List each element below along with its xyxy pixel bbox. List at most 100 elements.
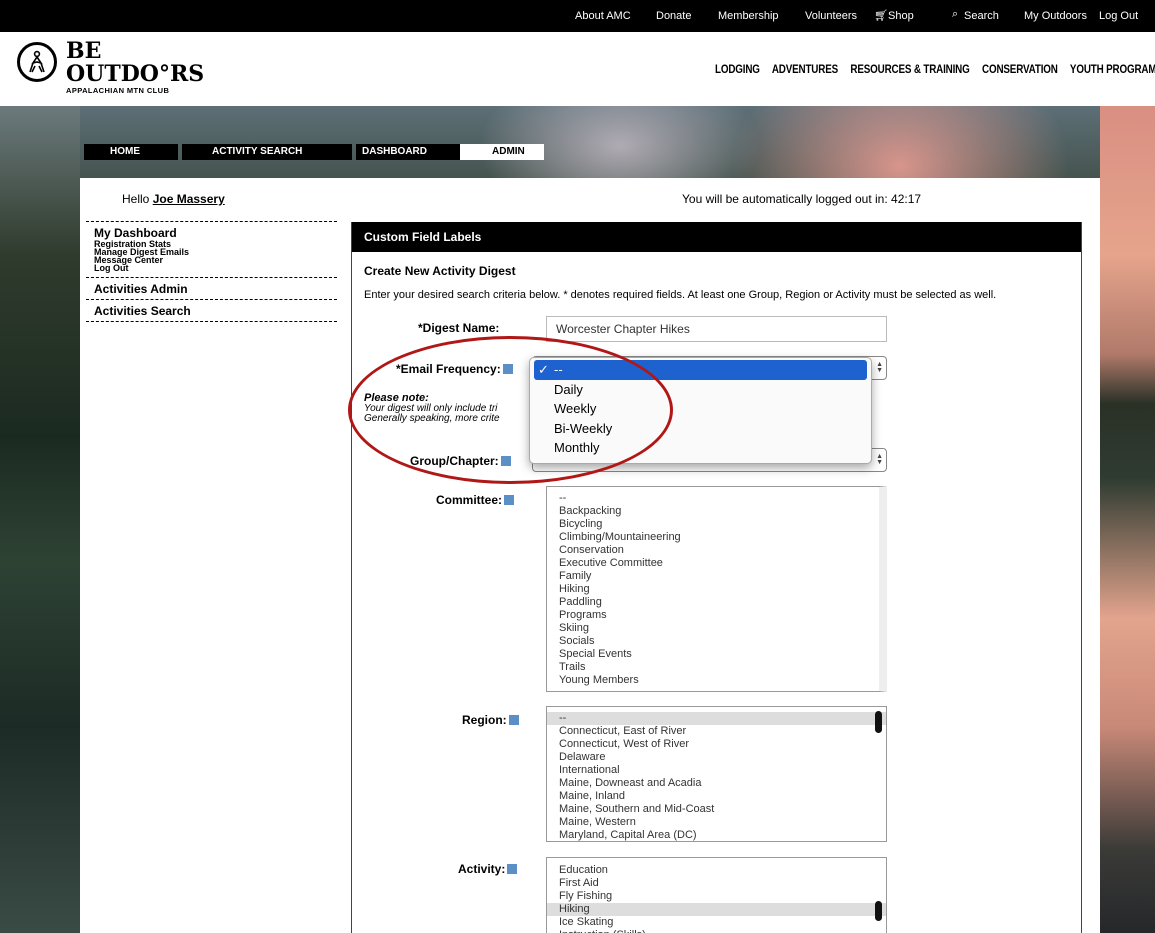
logout-timer: You will be automatically logged out in:… (682, 192, 922, 206)
sidebar-item-activities-admin[interactable]: Activities Admin (94, 282, 329, 296)
breadcrumb-home[interactable]: HOME (84, 144, 178, 160)
region-label-text: Region: (462, 713, 507, 727)
committee-option[interactable]: -- (547, 492, 879, 505)
cart-icon: 🛒︎ (874, 10, 888, 22)
region-option[interactable]: International (547, 764, 886, 777)
activity-option[interactable]: Education (547, 864, 886, 877)
nav-conservation[interactable]: CONSERVATION (982, 62, 1058, 76)
sidebar-item-my-dashboard[interactable]: My Dashboard (94, 226, 329, 240)
region-option[interactable]: Maine, Downeast and Acadia (547, 777, 886, 790)
committee-option[interactable]: Skiing (547, 622, 879, 635)
committee-option[interactable]: Trails (547, 661, 879, 674)
info-icon[interactable] (502, 363, 513, 374)
main-nav: LODGING ADVENTURES RESOURCES & TRAINING … (715, 62, 1155, 76)
volunteers-link[interactable]: Volunteers (805, 10, 857, 22)
committee-option[interactable]: Family (547, 570, 879, 583)
nav-lodging[interactable]: LODGING (715, 62, 760, 76)
frequency-option[interactable]: Bi-Weekly (530, 419, 871, 439)
info-icon[interactable] (500, 455, 511, 466)
about-amc-link[interactable]: About AMC (575, 10, 631, 22)
top-utility-bar: About AMC Donate Membership Volunteers 🛒… (0, 0, 1155, 32)
logo-line-be: BE (66, 38, 102, 64)
form-intro: Enter your desired search criteria below… (364, 289, 997, 301)
committee-option[interactable]: Programs (547, 609, 879, 622)
committee-option[interactable]: Bicycling (547, 518, 879, 531)
user-name-link[interactable]: Joe Massery (153, 192, 225, 206)
info-icon[interactable] (504, 494, 515, 505)
region-option[interactable]: Maine, Southern and Mid-Coast (547, 803, 886, 816)
frequency-option[interactable]: ✓ -- (534, 360, 867, 380)
nav-youth-programs[interactable]: YOUTH PROGRAMS (1070, 62, 1155, 76)
activity-label: Activity: (458, 862, 518, 876)
committee-listbox[interactable]: -- Backpacking Bicycling Climbing/Mountaine… (546, 486, 887, 692)
committee-option[interactable]: Socials (547, 635, 879, 648)
site-header: BE OUTDO°RS APPALACHIAN MTN CLUB LODGING… (0, 32, 1155, 106)
region-option[interactable]: Delaware (547, 751, 886, 764)
note-line-2: Generally speaking, more crite (364, 413, 500, 424)
breadcrumb-dashboard[interactable]: DASHBOARD (356, 144, 460, 160)
select-arrows-icon: ▲ ▼ (876, 361, 883, 374)
region-option[interactable]: Maine, Western (547, 816, 886, 829)
search-icon: ⌕ (952, 8, 959, 20)
page: About AMC Donate Membership Volunteers 🛒… (0, 0, 1155, 933)
breadcrumb-admin[interactable]: ADMIN (460, 144, 544, 160)
frequency-option-label: Weekly (554, 401, 597, 416)
frequency-option[interactable]: Daily (530, 380, 871, 400)
committee-option[interactable]: Hiking (547, 583, 879, 596)
donate-link[interactable]: Donate (656, 10, 691, 22)
activity-option[interactable]: Instruction (Skills) (547, 929, 886, 933)
committee-option[interactable]: Special Events (547, 648, 879, 661)
committee-option[interactable]: Executive Committee (547, 557, 879, 570)
sidebar-item-log-out[interactable]: Log Out (94, 264, 329, 274)
committee-option[interactable]: Young Members (547, 674, 879, 687)
frequency-option-label: -- (554, 362, 563, 377)
activity-listbox[interactable]: Education First Aid Fly Fishing Hiking Ice S… (546, 857, 887, 933)
greeting-prefix: Hello (122, 192, 150, 206)
sidebar: My Dashboard Registration Stats Manage D… (86, 221, 337, 322)
committee-option[interactable]: Paddling (547, 596, 879, 609)
activity-option[interactable]: Hiking (547, 903, 886, 916)
sidebar-item-message-center[interactable]: Message Center (94, 256, 329, 265)
region-option[interactable]: Connecticut, East of River (547, 725, 886, 738)
search-link[interactable]: Search (964, 10, 999, 22)
digest-form: Custom Field Labels Create New Activity … (351, 222, 1082, 933)
activity-option[interactable]: First Aid (547, 877, 886, 890)
hiker-logo-icon[interactable] (17, 42, 57, 82)
activity-option[interactable]: Fly Fishing (547, 890, 886, 903)
frequency-option[interactable]: Monthly (530, 438, 871, 458)
region-option[interactable]: Maryland, Capital Area (DC) (547, 829, 886, 841)
committee-option[interactable]: Backpacking (547, 505, 879, 518)
digest-name-input[interactable] (546, 316, 887, 342)
hero-right-sunset (1100, 106, 1155, 933)
nav-adventures[interactable]: ADVENTURES (772, 62, 838, 76)
region-scrollbar[interactable] (875, 711, 882, 733)
breadcrumb-activity-search[interactable]: ACTIVITY SEARCH (182, 144, 352, 160)
shop-link[interactable]: Shop (888, 10, 914, 22)
frequency-option-label: Bi-Weekly (554, 420, 613, 436)
committee-option[interactable]: Climbing/Mountaineering (547, 531, 879, 544)
committee-label-text: Committee: (436, 493, 503, 507)
frequency-option-label: Monthly (554, 440, 600, 455)
hero-left-trees (0, 106, 80, 933)
form-header: Custom Field Labels (352, 222, 1081, 252)
site-logo-text[interactable]: BE OUTDO°RS (66, 40, 204, 86)
region-label: Region: (462, 713, 519, 727)
my-outdoors-link[interactable]: My Outdoors (1024, 10, 1087, 22)
region-option[interactable]: -- (547, 712, 886, 725)
activity-scrollbar[interactable] (875, 901, 882, 921)
frequency-option-label: Daily (554, 381, 583, 397)
group-chapter-label-text: Group/Chapter: (410, 454, 499, 468)
region-option[interactable]: Maine, Inland (547, 790, 886, 803)
region-option[interactable]: Connecticut, West of River (547, 738, 886, 751)
region-listbox[interactable]: -- Connecticut, East of River Connecticut,… (546, 706, 887, 842)
membership-link[interactable]: Membership (718, 10, 779, 22)
breadcrumb-admin-label: ADMIN (492, 146, 525, 157)
activity-option[interactable]: Ice Skating (547, 916, 886, 929)
nav-resources-training[interactable]: RESOURCES & TRAINING (850, 62, 969, 76)
frequency-option[interactable]: Weekly (530, 399, 871, 419)
committee-option[interactable]: Conservation (547, 544, 879, 557)
info-icon[interactable] (508, 714, 519, 725)
info-icon[interactable] (507, 863, 518, 874)
log-out-link[interactable]: Log Out (1099, 10, 1138, 22)
sidebar-item-activities-search[interactable]: Activities Search (94, 304, 329, 318)
